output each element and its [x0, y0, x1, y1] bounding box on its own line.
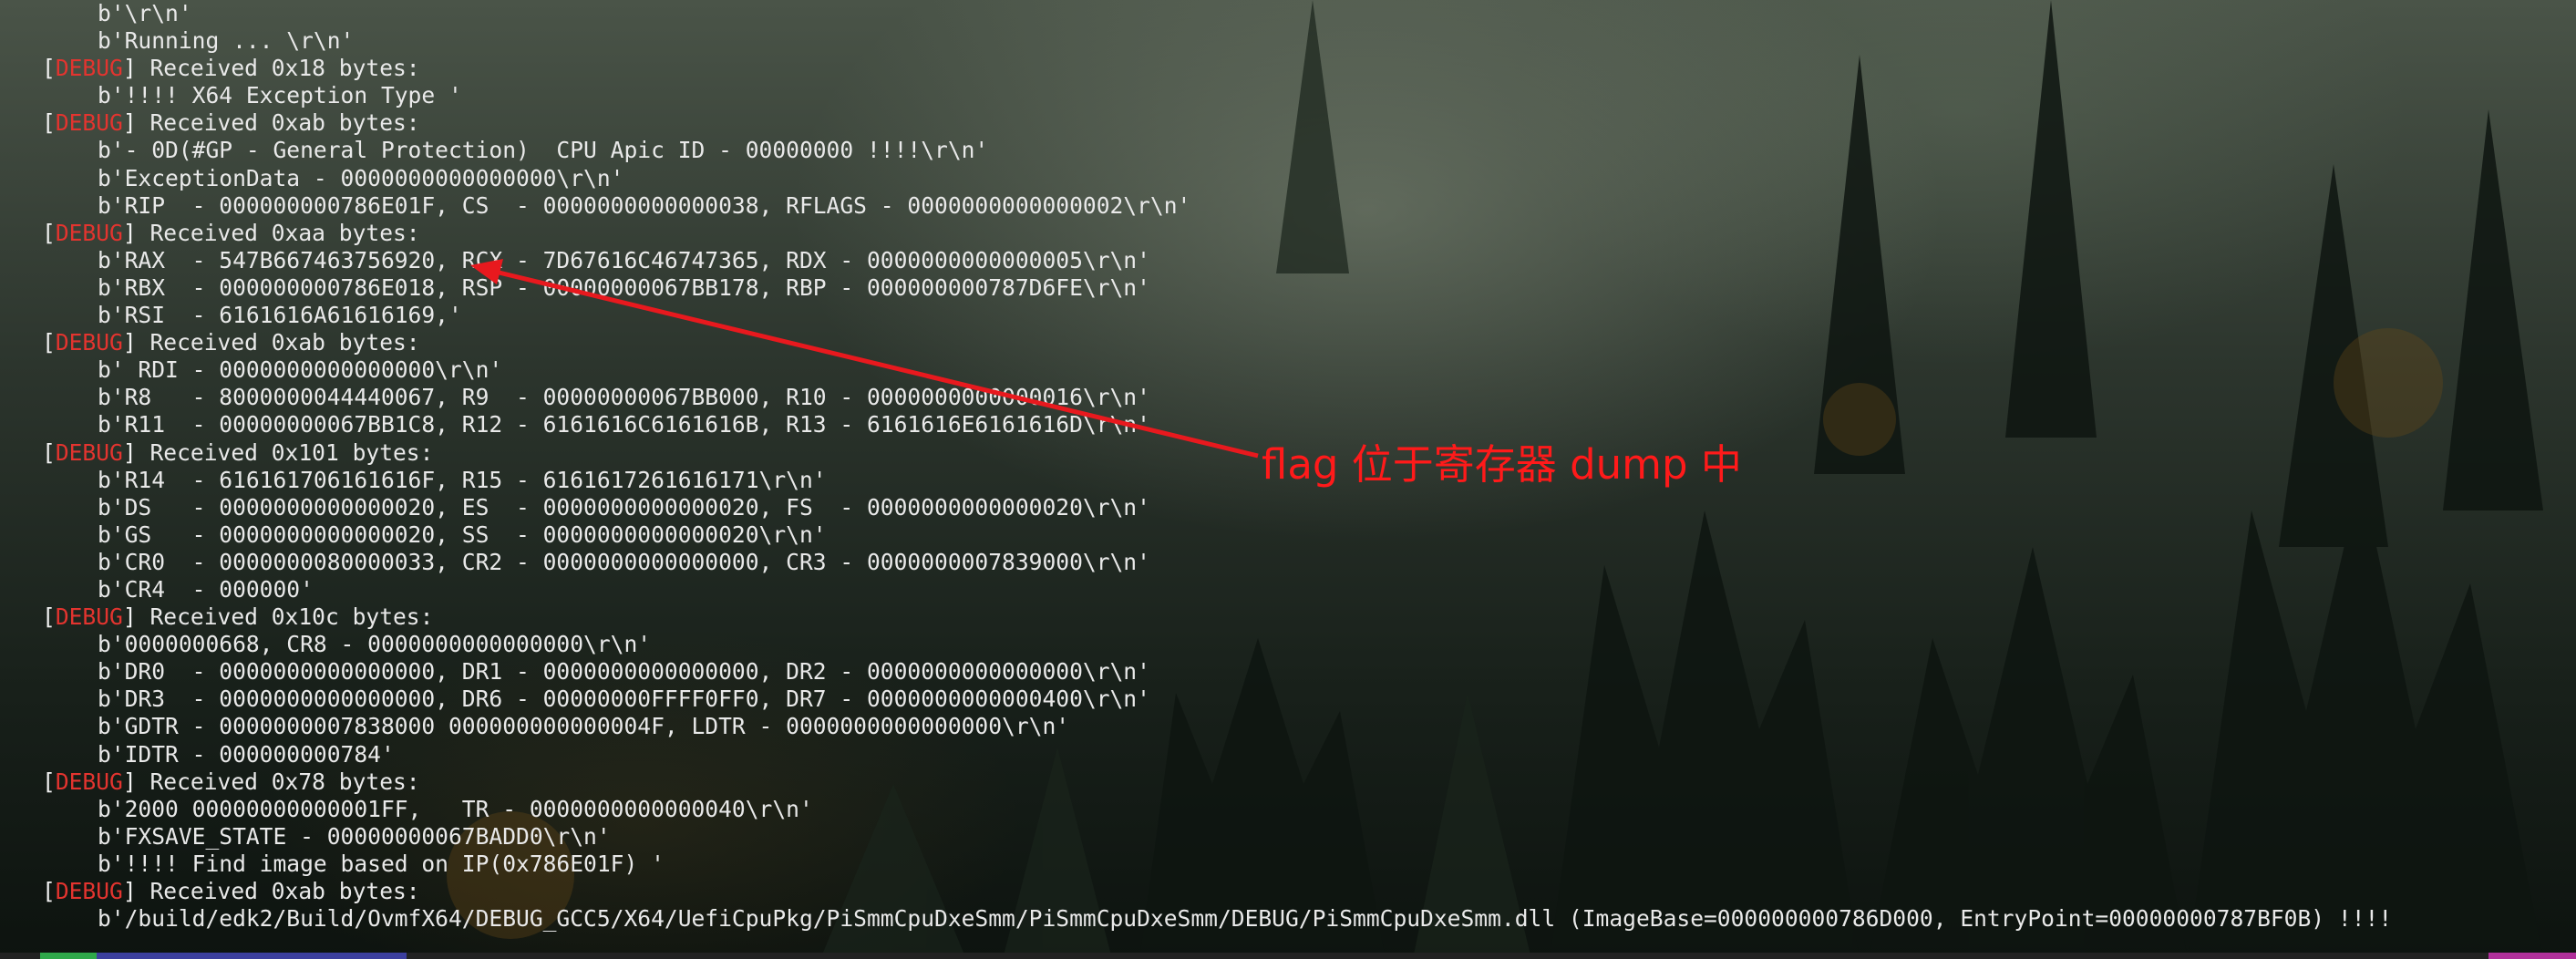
debug-line: [DEBUG] Received 0x18 bytes: [0, 55, 2576, 82]
debug-bracket-close: ] [122, 603, 137, 631]
debug-message: Received 0xab bytes: [136, 329, 420, 356]
debug-line: [DEBUG] Received 0xaa bytes: [0, 220, 2576, 247]
debug-message: Received 0xab bytes: [136, 878, 420, 904]
output-line: b'RAX - 547B667463756920, RCX - 7D67616C… [98, 246, 1150, 273]
flag-annotation-label: flag 位于寄存器 dump 中 [1262, 440, 1742, 489]
debug-tag: DEBUG [55, 109, 123, 137]
debug-bracket-close: ] [122, 219, 137, 246]
debug-tag: DEBUG [55, 603, 123, 631]
debug-bracket-open: [ [42, 55, 56, 82]
output-line: b'DR3 - 0000000000000000, DR6 - 00000000… [98, 686, 1150, 713]
output-line: b'FXSAVE_STATE - 00000000067BADD0\r\n' [98, 822, 611, 850]
debug-line: [DEBUG] Received 0x78 bytes: [0, 768, 2576, 796]
debug-bracket-close: ] [122, 55, 137, 82]
debug-bracket-open: [ [42, 329, 56, 356]
debug-tag: DEBUG [55, 768, 123, 795]
debug-bracket-open: [ [42, 438, 56, 466]
debug-bracket-open: [ [42, 219, 56, 246]
output-line: b' RDI - 0000000000000000\r\n' [98, 356, 503, 384]
output-line: b'R11 - 00000000067BB1C8, R12 - 6161616C… [98, 411, 1150, 438]
output-line: b'- 0D(#GP - General Protection) CPU Api… [98, 137, 989, 164]
debug-message: Received 0x18 bytes: [136, 55, 420, 82]
output-line: b'Running ... \r\n' [98, 27, 355, 55]
output-line: b'/build/edk2/Build/OvmfX64/DEBUG_GCC5/X… [98, 905, 2393, 933]
debug-line: [DEBUG] Received 0xab bytes: [0, 329, 2576, 356]
output-line: b'RIP - 000000000786E01F, CS - 000000000… [98, 191, 1191, 219]
output-line: b'2000 00000000000001FF, TR - 0000000000… [98, 795, 813, 822]
debug-tag: DEBUG [55, 438, 123, 466]
taskbar [0, 953, 2576, 959]
taskbar-item-terminal[interactable] [40, 953, 97, 959]
output-line: b'R8 - 8000000044440067, R9 - 0000000006… [98, 384, 1150, 411]
output-line: b'CR0 - 0000000080000033, CR2 - 00000000… [98, 548, 1150, 575]
debug-bracket-close: ] [122, 109, 137, 137]
debug-tag: DEBUG [55, 55, 123, 82]
debug-message: Received 0x101 bytes: [136, 438, 434, 466]
output-line: b'GS - 0000000000000020, SS - 0000000000… [98, 521, 827, 548]
output-line: b'DR0 - 0000000000000000, DR1 - 00000000… [98, 658, 1150, 686]
debug-bracket-open: [ [42, 768, 56, 795]
debug-tag: DEBUG [55, 329, 123, 356]
debug-bracket-close: ] [122, 438, 137, 466]
debug-tag: DEBUG [55, 878, 123, 904]
taskbar-item-tray[interactable] [2488, 953, 2576, 959]
debug-message: Received 0x78 bytes: [136, 768, 420, 795]
debug-bracket-close: ] [122, 329, 137, 356]
output-line: b'ExceptionData - 0000000000000000\r\n' [98, 164, 624, 191]
debug-bracket-open: [ [42, 109, 56, 137]
output-line: b'0000000668, CR8 - 0000000000000000\r\n… [98, 631, 652, 658]
output-line: b'DS - 0000000000000020, ES - 0000000000… [98, 493, 1150, 521]
debug-bracket-open: [ [42, 878, 56, 904]
output-line: b'RBX - 000000000786E018, RSP - 00000000… [98, 273, 1150, 301]
output-line: b'CR4 - 000000' [98, 575, 314, 603]
output-line: b'!!!! X64 Exception Type ' [98, 82, 462, 109]
output-line: b'RSI - 6161616A61616169,' [98, 302, 462, 329]
debug-line: [DEBUG] Received 0xab bytes: [0, 878, 2576, 905]
output-line: b'!!!! Find image based on IP(0x786E01F)… [98, 850, 665, 877]
output-line: b'\r\n' [98, 0, 192, 26]
taskbar-item-active[interactable] [97, 953, 407, 959]
debug-bracket-close: ] [122, 878, 137, 904]
debug-message: Received 0x10c bytes: [136, 603, 434, 631]
output-line: b'GDTR - 0000000007838000 00000000000000… [98, 713, 1070, 740]
output-line: b'IDTR - 000000000784' [98, 740, 395, 768]
debug-message: Received 0xab bytes: [136, 109, 420, 137]
debug-tag: DEBUG [55, 219, 123, 246]
debug-bracket-close: ] [122, 768, 137, 795]
debug-bracket-open: [ [42, 603, 56, 631]
debug-line: [DEBUG] Received 0xab bytes: [0, 109, 2576, 137]
debug-message: Received 0xaa bytes: [136, 219, 420, 246]
debug-line: [DEBUG] Received 0x10c bytes: [0, 603, 2576, 631]
